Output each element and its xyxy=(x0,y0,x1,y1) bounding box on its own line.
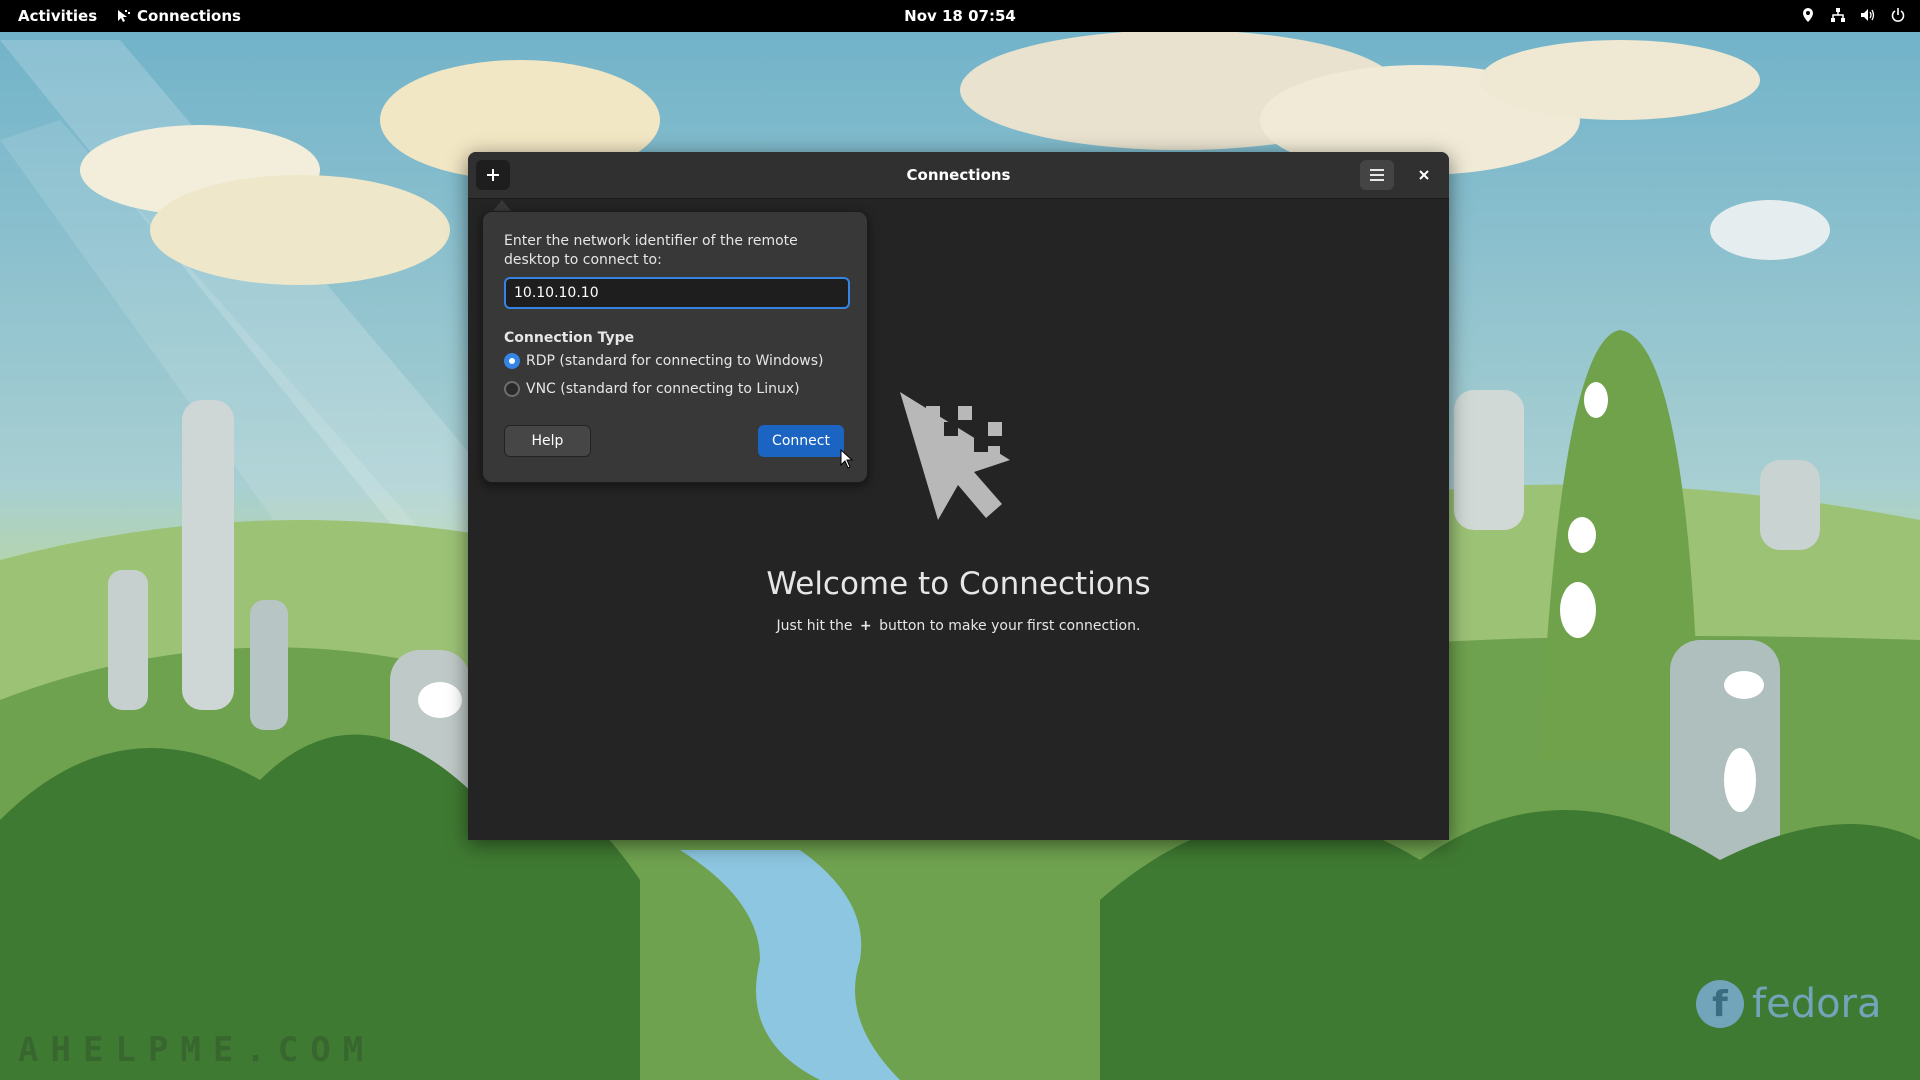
network-icon[interactable] xyxy=(1830,7,1846,23)
top-bar: Activities Connections Nov 18 07:54 xyxy=(0,0,1920,32)
rdp-radio[interactable] xyxy=(504,353,520,369)
welcome-subtitle-start: Just hit the xyxy=(776,618,853,634)
address-prompt: Enter the network identifier of the remo… xyxy=(504,233,798,268)
mouse-pointer-icon xyxy=(840,449,854,469)
vnc-radio[interactable] xyxy=(504,381,520,397)
welcome-subtitle-end: button to make your first connection. xyxy=(879,618,1141,634)
volume-icon[interactable] xyxy=(1860,7,1876,23)
address-input[interactable] xyxy=(504,277,850,309)
watermark-text: AHELPME.COM xyxy=(18,1030,376,1070)
vnc-option[interactable]: VNC (standard for connecting to Linux) xyxy=(504,381,800,397)
help-button[interactable]: Help xyxy=(504,425,591,457)
fedora-logo-icon: f xyxy=(1696,980,1744,1028)
welcome-title: Welcome to Connections xyxy=(766,566,1151,602)
hamburger-menu-icon xyxy=(1370,169,1384,181)
window-title: Connections xyxy=(906,166,1011,184)
connections-app-icon xyxy=(118,10,130,22)
fedora-logo-text: fedora xyxy=(1752,981,1882,1027)
app-menu[interactable]: Connections xyxy=(117,7,241,25)
rdp-option[interactable]: RDP (standard for connecting to Windows) xyxy=(504,353,823,369)
rdp-option-label: RDP (standard for connecting to Windows) xyxy=(526,353,824,369)
location-icon[interactable] xyxy=(1800,7,1816,23)
main-menu-button[interactable] xyxy=(1360,160,1394,190)
system-tray[interactable] xyxy=(1800,7,1906,23)
close-window-button[interactable] xyxy=(1409,160,1439,190)
welcome-subtitle-plus: + xyxy=(859,618,872,634)
connect-button[interactable]: Connect xyxy=(758,425,844,457)
fedora-logo: f fedora xyxy=(1696,980,1882,1028)
app-menu-label: Connections xyxy=(137,7,241,25)
vnc-option-label: VNC (standard for connecting to Linux) xyxy=(526,381,800,397)
power-icon[interactable] xyxy=(1890,7,1906,23)
new-connection-popover: Enter the network identifier of the remo… xyxy=(482,211,868,483)
activities-button[interactable]: Activities xyxy=(18,7,97,25)
welcome-subtitle: Just hit the + button to make your first… xyxy=(468,618,1449,634)
close-icon xyxy=(1419,170,1429,180)
header-bar: Connections xyxy=(468,152,1449,199)
welcome-cursor-illustration-icon xyxy=(900,392,1010,520)
connection-type-heading: Connection Type xyxy=(504,330,635,346)
clock[interactable]: Nov 18 07:54 xyxy=(904,7,1016,25)
